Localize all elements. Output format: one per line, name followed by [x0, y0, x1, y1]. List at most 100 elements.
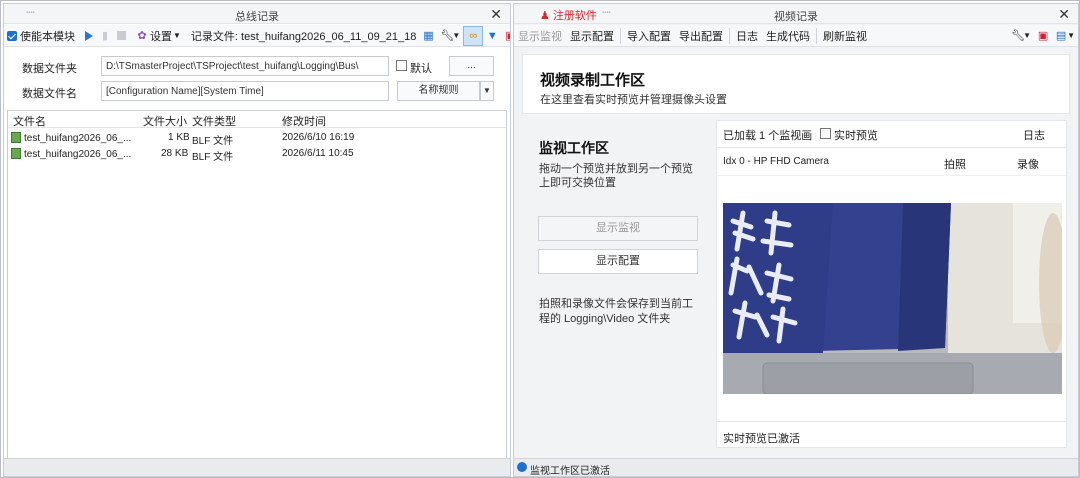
checkbox-checked-icon	[7, 30, 17, 41]
file-name-cell: test_huifang2026_06_...	[11, 132, 131, 144]
bus-record-window: ▪▪▪▪ 总线记录 ✕ 使能本模块 ▮ ✿ 设置 ▼ 记录文件: test_huif…	[3, 3, 511, 477]
show-monitor-button[interactable]: 显示监视	[538, 216, 698, 241]
toolbar-refresh-monitor[interactable]: 刷新监视	[819, 28, 871, 44]
filter-icon: ▼	[486, 29, 498, 42]
camera-name: Idx 0 - HP FHD Camera	[723, 156, 829, 167]
toolbar-separator	[620, 27, 621, 44]
wrench-icon: 🔧︎	[1011, 29, 1026, 42]
stop-icon	[117, 31, 126, 40]
default-checkbox[interactable]	[396, 60, 407, 71]
camera-preview[interactable]	[723, 203, 1062, 394]
right-titlebar: ♟ 注册软件 ▪▪▪▪ 视频记录 ✕	[514, 4, 1078, 24]
enable-module-label: 使能本模块	[20, 30, 75, 43]
status-indicator-icon	[517, 462, 527, 472]
file-type-cell: BLF 文件	[192, 152, 234, 163]
column-size[interactable]: 文件大小	[143, 113, 187, 129]
loaded-count-text: 已加载 1 个监视画	[723, 130, 813, 142]
delete-button[interactable]: ▣	[501, 26, 510, 46]
link-icon: ∞	[469, 29, 478, 42]
header-title: 视频录制工作区	[540, 72, 646, 89]
browse-button[interactable]: ...	[449, 56, 494, 76]
table-row[interactable]: test_huifang2026_06_... 28 KB BLF 文件 202…	[8, 146, 506, 163]
pause-button[interactable]: ▮	[96, 26, 114, 46]
workspace-title: 监视工作区	[539, 140, 609, 156]
link-button[interactable]: ∞	[463, 25, 484, 46]
right-toolbar: 显示监视 显示配置 导入配置 导出配置 日志 生成代码 刷新监视 🔧︎ ▼ ▣ ▤…	[514, 25, 1078, 47]
file-name-cell: test_huifang2026_06_...	[11, 148, 131, 160]
file-modified-cell: 2026/6/10 16:19	[282, 132, 355, 143]
monitor-divider	[717, 421, 1066, 422]
live-preview-label: 实时预览	[834, 130, 878, 142]
default-label: 默认	[410, 63, 432, 75]
dropdown-arrow-icon: ▼	[483, 86, 491, 95]
left-statusbar	[4, 458, 510, 476]
workspace-area: 监视工作区 拖动一个预览并放到另一个预览上即可交换位置 拍照和录像文件会保存到当…	[522, 120, 1070, 450]
settings-label: 设置	[150, 30, 172, 43]
record-file-config-button[interactable]: ▦	[419, 26, 437, 46]
workspace-description: 拖动一个预览并放到另一个预览上即可交换位置	[539, 163, 693, 189]
play-button[interactable]	[82, 26, 96, 46]
right-layout-button[interactable]: ▤ ▼	[1052, 26, 1078, 46]
table-row[interactable]: test_huifang2026_06_... 1 KB BLF 文件 2026…	[8, 130, 506, 147]
monitor-divider	[717, 147, 1066, 148]
folder-input[interactable]: D:\TSmasterProject\TSProject\test_huifan…	[101, 56, 389, 76]
toolbar-export-config[interactable]: 导出配置	[675, 28, 727, 44]
status-text: 监视工作区已激活	[530, 466, 610, 477]
left-toolbar: 使能本模块 ▮ ✿ 设置 ▼ 记录文件: test_huifang2026_06_1…	[4, 25, 510, 47]
filename-row: 数据文件名 [Configuration Name][System Time] …	[4, 80, 510, 102]
live-preview-checkbox[interactable]	[820, 128, 831, 139]
header-subtitle: 在这里查看实时预览并管理摄像头设置	[540, 94, 727, 106]
dropdown-arrow-icon: ▼	[452, 31, 461, 40]
tools-button[interactable]: 🔧︎ ▼	[437, 26, 463, 46]
file-table: 文件名 文件大小 文件类型 修改时间 test_huifang2026_06_.…	[7, 110, 507, 461]
right-tools-button[interactable]: 🔧︎ ▼	[1008, 26, 1034, 46]
toolbar-show-monitor[interactable]: 显示监视	[514, 28, 566, 44]
column-filename[interactable]: 文件名	[13, 113, 46, 129]
toolbar-show-config[interactable]: 显示配置	[566, 28, 618, 44]
toolbar-generate-code[interactable]: 生成代码	[762, 28, 814, 44]
left-close-icon[interactable]: ✕	[490, 6, 502, 23]
column-modified[interactable]: 修改时间	[282, 113, 326, 129]
blf-file-icon	[11, 132, 21, 143]
monitor-panel: 已加载 1 个监视画 实时预览 日志 Idx 0 - HP FHD Camera…	[716, 120, 1067, 448]
enable-module-toggle[interactable]: 使能本模块	[4, 26, 78, 46]
play-icon	[85, 30, 93, 41]
right-close-icon[interactable]: ✕	[1058, 6, 1070, 23]
screen-frame: ▪▪▪▪ 总线记录 ✕ 使能本模块 ▮ ✿ 设置 ▼ 记录文件: test_huif…	[0, 0, 1080, 478]
folder-row: 数据文件夹 D:\TSmasterProject\TSProject\test_…	[4, 55, 510, 77]
camera-preview-image	[723, 203, 1062, 394]
dropdown-arrow-icon: ▼	[1067, 31, 1075, 40]
monitor-log-link[interactable]: 日志	[1023, 127, 1045, 143]
stop-button[interactable]	[114, 26, 129, 46]
pause-icon: ▮	[101, 29, 109, 42]
filename-input[interactable]: [Configuration Name][System Time]	[101, 81, 389, 101]
toolbar-log[interactable]: 日志	[732, 28, 762, 44]
folder-label: 数据文件夹	[22, 63, 77, 75]
right-delete-button[interactable]: ▣	[1034, 26, 1052, 46]
settings-button[interactable]: ✿ 设置 ▼	[133, 26, 184, 46]
show-config-button[interactable]: 显示配置	[538, 249, 698, 274]
naming-rule-button[interactable]: 名称规则	[397, 81, 480, 101]
save-location-note: 拍照和录像文件会保存到当前工程的 Logging\Video 文件夹	[539, 298, 693, 325]
file-size-cell: 1 KB	[168, 132, 190, 143]
column-type[interactable]: 文件类型	[192, 113, 236, 129]
snapshot-button[interactable]: 拍照	[944, 156, 966, 172]
file-type-cell: BLF 文件	[192, 136, 234, 147]
table-edit-icon: ▦	[423, 29, 434, 42]
right-statusbar: 监视工作区已激活	[514, 458, 1078, 477]
left-window-title: 总线记录	[235, 11, 279, 23]
monitor-divider	[717, 175, 1066, 176]
header-card: 视频录制工作区 在这里查看实时预览并管理摄像头设置	[522, 54, 1070, 114]
toolbar-import-config[interactable]: 导入配置	[623, 28, 675, 44]
delete-icon: ▣	[504, 30, 510, 42]
toolbar-separator	[729, 27, 730, 44]
toolbar-separator	[816, 27, 817, 44]
naming-rule-dropdown[interactable]: ▼	[480, 81, 494, 101]
dropdown-arrow-icon: ▼	[173, 31, 181, 40]
preview-status-text: 实时预览已激活	[723, 433, 800, 445]
record-button[interactable]: 录像	[1017, 156, 1039, 172]
filter-button[interactable]: ▼	[483, 26, 501, 46]
file-table-header: 文件名 文件大小 文件类型 修改时间	[8, 111, 506, 128]
delete-icon: ▣	[1037, 29, 1049, 42]
dropdown-arrow-icon: ▼	[1023, 31, 1032, 40]
